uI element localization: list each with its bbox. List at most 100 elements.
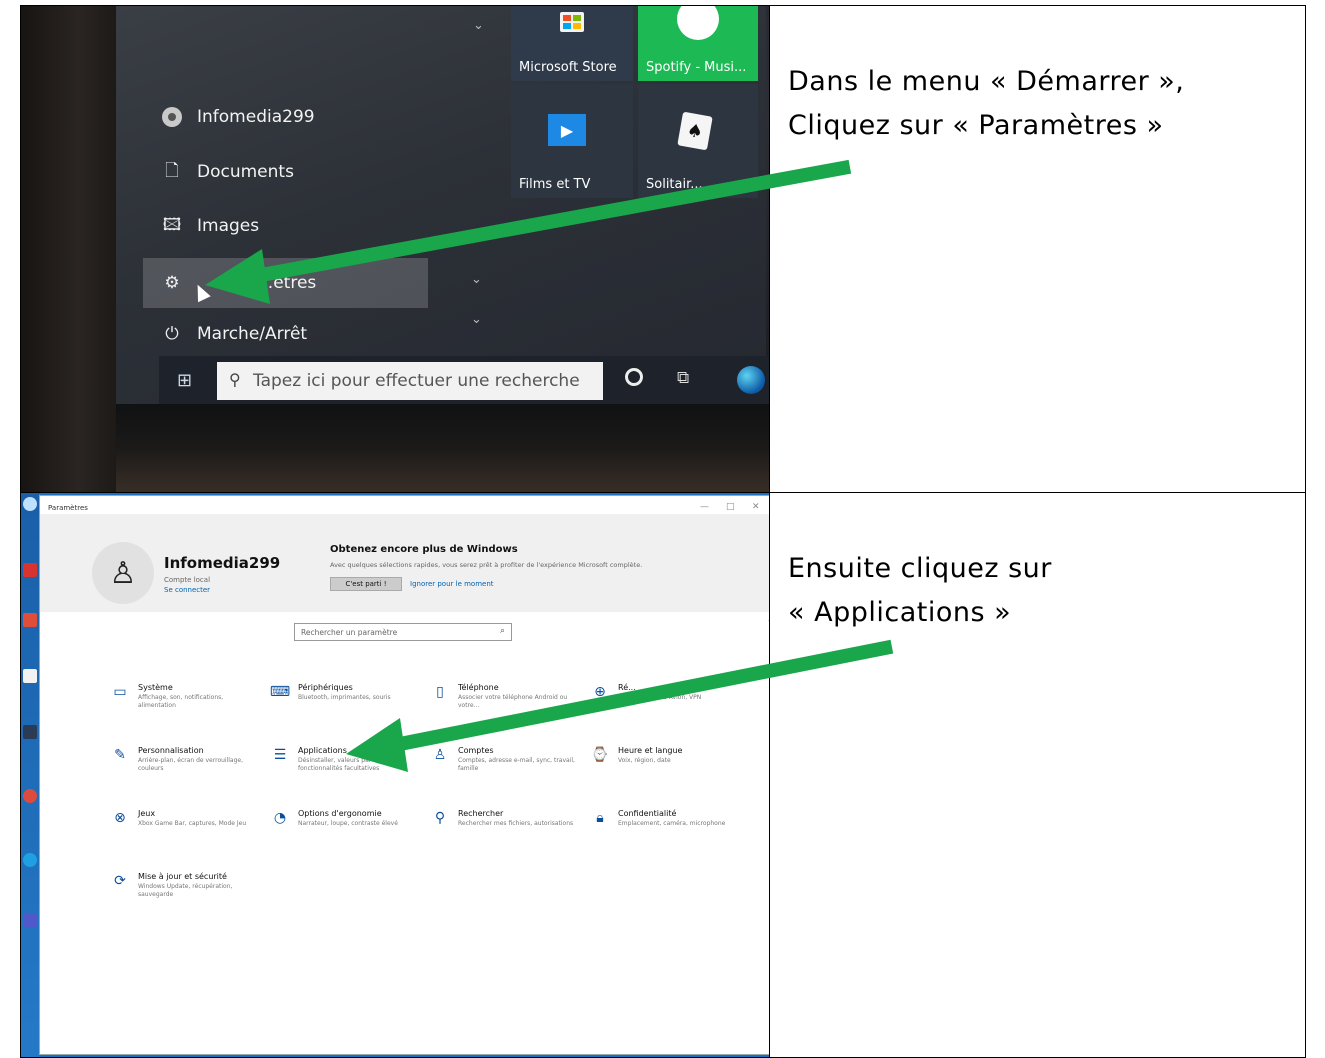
window-title: Paramètres	[48, 504, 88, 512]
category-title: Options d'ergonomie	[298, 809, 382, 818]
category-desc: Désinstaller, valeurs par défaut, foncti…	[298, 757, 395, 772]
tile-label: Films et TV	[519, 177, 591, 192]
category-peripheriques[interactable]: ⌨ Périphériques Bluetooth, imprimantes, …	[270, 682, 420, 728]
minimize-icon[interactable]: —	[700, 502, 709, 512]
category-heure-langue[interactable]: ⌚ Heure et langue Voix, région, date	[590, 745, 740, 791]
ease-of-access-icon: ◔	[273, 810, 287, 826]
tile-microsoft-store[interactable]: Microsoft Store	[511, 6, 633, 81]
desktop-shortcut-icon[interactable]	[23, 497, 37, 511]
category-confidentialite[interactable]: 🔒︎ Confidentialité Emplacement, caméra, …	[590, 808, 740, 854]
desktop-shortcut-icon[interactable]	[23, 669, 37, 683]
chevron-down-icon[interactable]: ⌄	[473, 18, 484, 33]
spotify-icon	[677, 6, 719, 40]
instruction-text-1: Dans le menu « Démarrer », Cliquez sur «…	[788, 60, 1184, 148]
tile-films-tv[interactable]: ▶ Films et TV	[511, 84, 633, 198]
globe-icon: ⊕	[594, 684, 606, 700]
instruction-line: Ensuite cliquez sur	[788, 553, 1052, 584]
category-reseau[interactable]: ⊕ Ré... ...ode Avion, VPN	[590, 682, 740, 728]
category-rechercher[interactable]: ⚲ Rechercher Rechercher mes fichiers, au…	[430, 808, 580, 854]
promo-start-button[interactable]: C'est parti !	[330, 577, 402, 591]
category-personnalisation[interactable]: ✎ Personnalisation Arrière-plan, écran d…	[110, 745, 260, 791]
account-header: ♙ Infomedia299 Compte local Se connecter…	[40, 514, 769, 612]
maximize-icon[interactable]: □	[726, 502, 735, 512]
search-icon: ⚲	[434, 810, 446, 826]
start-item-images[interactable]: 🖾 Images	[159, 204, 259, 248]
gear-icon: ⚙	[164, 273, 180, 293]
windows-start-icon[interactable]: ⊞	[177, 370, 192, 391]
instruction-cell-1: Dans le menu « Démarrer », Cliquez sur «…	[769, 5, 1306, 493]
tile-spotify[interactable]: Spotify - Musi...	[638, 6, 758, 81]
instruction-cell-2: Ensuite cliquez sur « Applications »	[769, 492, 1306, 1058]
category-title: Rechercher	[458, 809, 504, 818]
taskbar: ⊞ ⚲ Tapez ici pour effectuer une recherc…	[159, 356, 769, 404]
instruction-line: Cliquez sur « Paramètres »	[788, 110, 1164, 141]
edge-icon[interactable]	[737, 366, 765, 394]
photo-frame: ⌄ Infomedia299 🗋 Documents 🖾 Images ⚙ ..…	[21, 6, 769, 492]
sign-in-link[interactable]: Se connecter	[164, 586, 210, 594]
tile-solitaire[interactable]: ♠ Solitair...	[638, 84, 758, 198]
store-icon	[560, 12, 584, 32]
desktop-shortcut-icon[interactable]	[23, 913, 37, 927]
chevron-down-icon[interactable]: ⌄	[471, 272, 482, 287]
start-menu-photo: ⌄ Infomedia299 🗋 Documents 🖾 Images ⚙ ..…	[20, 5, 770, 493]
desktop-shortcut-icon[interactable]	[23, 789, 37, 803]
laptop-icon: ▭	[113, 684, 127, 700]
desktop-icons-strip	[21, 493, 39, 1057]
start-item-settings[interactable]: ⚙ ...ètres	[143, 258, 428, 308]
category-desc: Narrateur, loupe, contraste élevé	[298, 820, 398, 827]
category-desc: Affichage, son, notifications, alimentat…	[138, 694, 224, 709]
keyboard-icon: ⌨	[269, 684, 291, 700]
promo-skip-link[interactable]: Ignorer pour le moment	[410, 580, 494, 588]
category-telephone[interactable]: ▯ Téléphone Associer votre téléphone And…	[430, 682, 580, 728]
category-ergonomie[interactable]: ◔ Options d'ergonomie Narrateur, loupe, …	[270, 808, 420, 854]
category-desc: Xbox Game Bar, captures, Mode Jeu	[138, 820, 247, 827]
category-title: Confidentialité	[618, 809, 677, 818]
desktop-background: Paramètres — □ ✕ ♙ Infomedia299 Compte l…	[21, 493, 769, 1057]
account-name: Infomedia299	[164, 554, 281, 572]
category-title: Système	[138, 683, 173, 692]
close-icon[interactable]: ✕	[752, 502, 760, 512]
desktop-shortcut-icon[interactable]	[23, 563, 37, 577]
instruction-line: « Applications »	[788, 597, 1012, 628]
promo-subtitle: Avec quelques sélections rapides, vous s…	[330, 561, 643, 569]
account-avatar-icon: ♙	[92, 542, 154, 604]
desktop-shortcut-icon[interactable]	[23, 725, 37, 739]
category-title: Personnalisation	[138, 746, 204, 755]
category-systeme[interactable]: ▭ Système Affichage, son, notifications,…	[110, 682, 260, 728]
language-icon: ⌚	[591, 747, 609, 763]
category-mise-a-jour[interactable]: ⟳ Mise à jour et sécurité Windows Update…	[110, 871, 260, 917]
settings-search-input[interactable]: Rechercher un paramètre ⌕	[294, 623, 512, 641]
cortana-icon[interactable]	[625, 368, 643, 386]
start-item-documents[interactable]: 🗋 Documents	[159, 150, 294, 194]
category-jeux[interactable]: ⊗ Jeux Xbox Game Bar, captures, Mode Jeu	[110, 808, 260, 854]
desktop-shortcut-icon[interactable]	[23, 613, 37, 627]
category-title: Ré...	[618, 683, 636, 692]
desktop-shortcut-icon[interactable]	[23, 853, 37, 867]
category-desc: Associer votre téléphone Android ou votr…	[458, 694, 568, 709]
category-desc: Emplacement, caméra, microphone	[618, 820, 726, 827]
start-user-item[interactable]: Infomedia299	[159, 95, 315, 139]
instruction-text-2: Ensuite cliquez sur « Applications »	[788, 547, 1052, 635]
start-item-label: Images	[197, 216, 260, 236]
category-title: Applications	[298, 746, 347, 755]
category-desc: Rechercher mes fichiers, autorisations	[458, 820, 574, 827]
apps-list-icon: ☰	[273, 747, 287, 763]
category-desc: Windows Update, récupération, sauvegarde	[138, 883, 233, 898]
search-icon: ⚲	[229, 370, 241, 389]
category-applications[interactable]: ☰ Applications Désinstaller, valeurs par…	[270, 745, 420, 791]
category-desc: Comptes, adresse e-mail, sync, travail, …	[458, 757, 575, 772]
category-title: Mise à jour et sécurité	[138, 872, 227, 881]
category-title: Téléphone	[458, 683, 499, 692]
settings-window: Paramètres — □ ✕ ♙ Infomedia299 Compte l…	[39, 495, 769, 1055]
category-comptes[interactable]: ♙ Comptes Comptes, adresse e-mail, sync,…	[430, 745, 580, 791]
start-item-power[interactable]: ⏻ Marche/Arrêt	[159, 312, 307, 356]
category-title: Jeux	[138, 809, 156, 818]
image-icon: 🖾	[162, 214, 182, 235]
monitor-bottom-bezel	[116, 404, 769, 492]
settings-screenshot: Paramètres — □ ✕ ♙ Infomedia299 Compte l…	[20, 492, 770, 1058]
taskbar-search-input[interactable]: ⚲ Tapez ici pour effectuer une recherche	[217, 362, 603, 400]
play-icon: ▶	[548, 114, 586, 146]
chevron-down-icon[interactable]: ⌄	[471, 312, 482, 327]
promo-title: Obtenez encore plus de Windows	[330, 544, 518, 555]
task-view-icon[interactable]: ⧉	[677, 368, 689, 388]
